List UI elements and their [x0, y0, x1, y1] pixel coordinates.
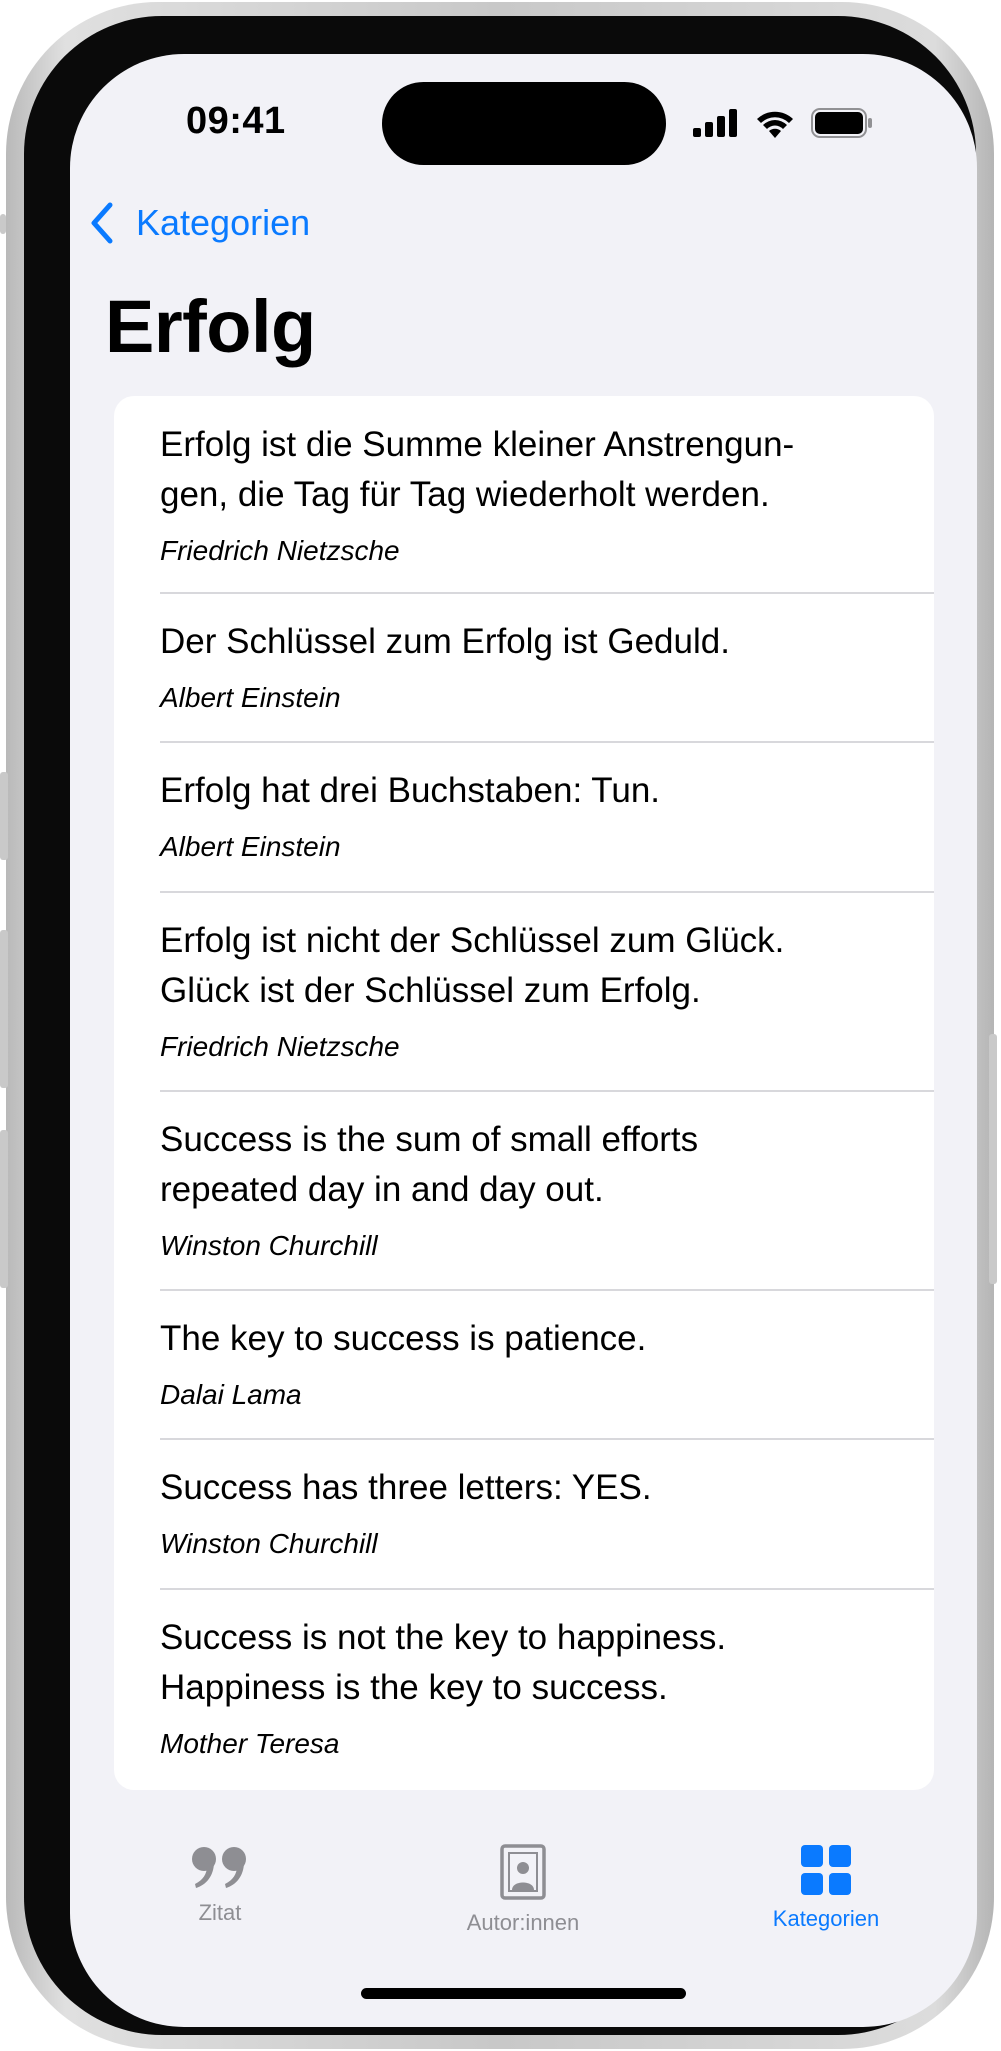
- tab-bar: Zitat Autor:innen Kategorien: [70, 1844, 977, 1964]
- quote-text: Success is the sum of small efforts repe…: [160, 1115, 934, 1215]
- row-divider: [160, 741, 934, 743]
- quote-author: Friedrich Nietzsche: [160, 1031, 400, 1062]
- quote-line: Erfolg ist nicht der Schlüssel zum Glück…: [160, 921, 785, 960]
- dynamic-island: [382, 82, 666, 165]
- row-divider: [160, 1090, 934, 1092]
- status-time: 09:41: [186, 100, 286, 142]
- cellular-signal-icon: [693, 109, 737, 137]
- quote-line: Success is the sum of small efforts: [160, 1120, 699, 1159]
- status-icons: [693, 106, 873, 140]
- quote-row[interactable]: Erfolg ist die Summe kleiner Anstrengun-…: [160, 420, 934, 568]
- quote-text: Success has three letters: YES.: [160, 1463, 934, 1513]
- quote-author: Winston Churchill: [160, 1230, 378, 1261]
- battery-icon: [811, 108, 872, 138]
- back-button[interactable]: Kategorien: [90, 202, 310, 244]
- quote-text: Erfolg ist die Summe kleiner Anstrengun-…: [160, 420, 934, 520]
- quote-text: The key to success is patience.: [160, 1314, 934, 1364]
- quote-author: Dalai Lama: [160, 1379, 302, 1410]
- quote-line: Erfolg hat drei Buchstaben: Tun.: [160, 771, 661, 810]
- quote-icon: [192, 1847, 246, 1888]
- quote-line: Der Schlüssel zum Erfolg ist Geduld.: [160, 622, 730, 661]
- quote-line: The key to success is patience.: [160, 1319, 647, 1358]
- portrait-icon: [500, 1844, 546, 1900]
- quote-row[interactable]: Erfolg ist nicht der Schlüssel zum Glück…: [160, 916, 934, 1064]
- mute-switch: [0, 772, 8, 860]
- row-divider: [160, 891, 934, 893]
- quote-row[interactable]: Success is not the key to happiness. Hap…: [160, 1613, 934, 1761]
- row-divider: [160, 1289, 934, 1291]
- quote-author: Winston Churchill: [160, 1528, 378, 1559]
- row-divider: [160, 592, 934, 594]
- side-notch: [0, 214, 6, 234]
- volume-down-button: [0, 1130, 8, 1288]
- page-title: Erfolg: [105, 285, 316, 368]
- quote-line: repeated day in and day out.: [160, 1170, 604, 1209]
- quote-line: Glück ist der Schlüssel zum Erfolg.: [160, 971, 701, 1010]
- quote-line: gen, die Tag für Tag wiederholt werden.: [160, 475, 770, 514]
- tab-autorinnen[interactable]: Autor:innen: [423, 1844, 623, 1936]
- quote-author: Mother Teresa: [160, 1728, 340, 1759]
- quote-row[interactable]: Success is the sum of small efforts repe…: [160, 1115, 934, 1263]
- quote-text: Erfolg hat drei Buchstaben: Tun.: [160, 766, 934, 816]
- phone-bezel: 09:41 Kategorien Erfolg Erfolg ist die S…: [24, 16, 977, 2035]
- grid-icon: [801, 1845, 851, 1895]
- quote-author: Friedrich Nietzsche: [160, 535, 400, 566]
- tab-label: Kategorien: [772, 1906, 880, 1931]
- volume-up-button: [0, 930, 8, 1088]
- quote-line: Success is not the key to happiness.: [160, 1618, 727, 1657]
- quote-list: Erfolg ist die Summe kleiner Anstrengun-…: [114, 396, 934, 1790]
- quote-row[interactable]: Erfolg hat drei Buchstaben: Tun. Albert …: [160, 766, 934, 864]
- quote-line: Erfolg ist die Summe kleiner Anstrengun-: [160, 425, 795, 464]
- quote-row[interactable]: Der Schlüssel zum Erfolg ist Geduld. Alb…: [160, 617, 934, 715]
- row-divider: [160, 1588, 934, 1590]
- quote-line: Happiness is the key to success.: [160, 1668, 668, 1707]
- phone-frame: 09:41 Kategorien Erfolg Erfolg ist die S…: [0, 2, 997, 2049]
- chevron-left-icon: [91, 202, 113, 244]
- back-button-label: Kategorien: [136, 202, 311, 243]
- quote-line: Success has three letters: YES.: [160, 1468, 652, 1507]
- tab-label: Autor:innen: [466, 1910, 580, 1935]
- screen: 09:41 Kategorien Erfolg Erfolg ist die S…: [70, 54, 977, 2027]
- quote-text: Erfolg ist nicht der Schlüssel zum Glück…: [160, 916, 934, 1016]
- quote-row[interactable]: Success has three letters: YES. Winston …: [160, 1463, 934, 1561]
- quote-text: Der Schlüssel zum Erfolg ist Geduld.: [160, 617, 934, 667]
- tab-kategorien[interactable]: Kategorien: [726, 1844, 926, 1932]
- row-divider: [160, 1438, 934, 1440]
- quote-author: Albert Einstein: [160, 682, 341, 713]
- tab-label: Zitat: [198, 1900, 242, 1925]
- quote-row[interactable]: The key to success is patience. Dalai La…: [160, 1314, 934, 1412]
- home-indicator[interactable]: [361, 1988, 686, 1999]
- quote-text: Success is not the key to happiness. Hap…: [160, 1613, 934, 1713]
- power-button: [989, 1034, 997, 1284]
- wifi-icon: [757, 111, 793, 138]
- quote-author: Albert Einstein: [160, 831, 341, 862]
- tab-zitat[interactable]: Zitat: [120, 1844, 320, 1926]
